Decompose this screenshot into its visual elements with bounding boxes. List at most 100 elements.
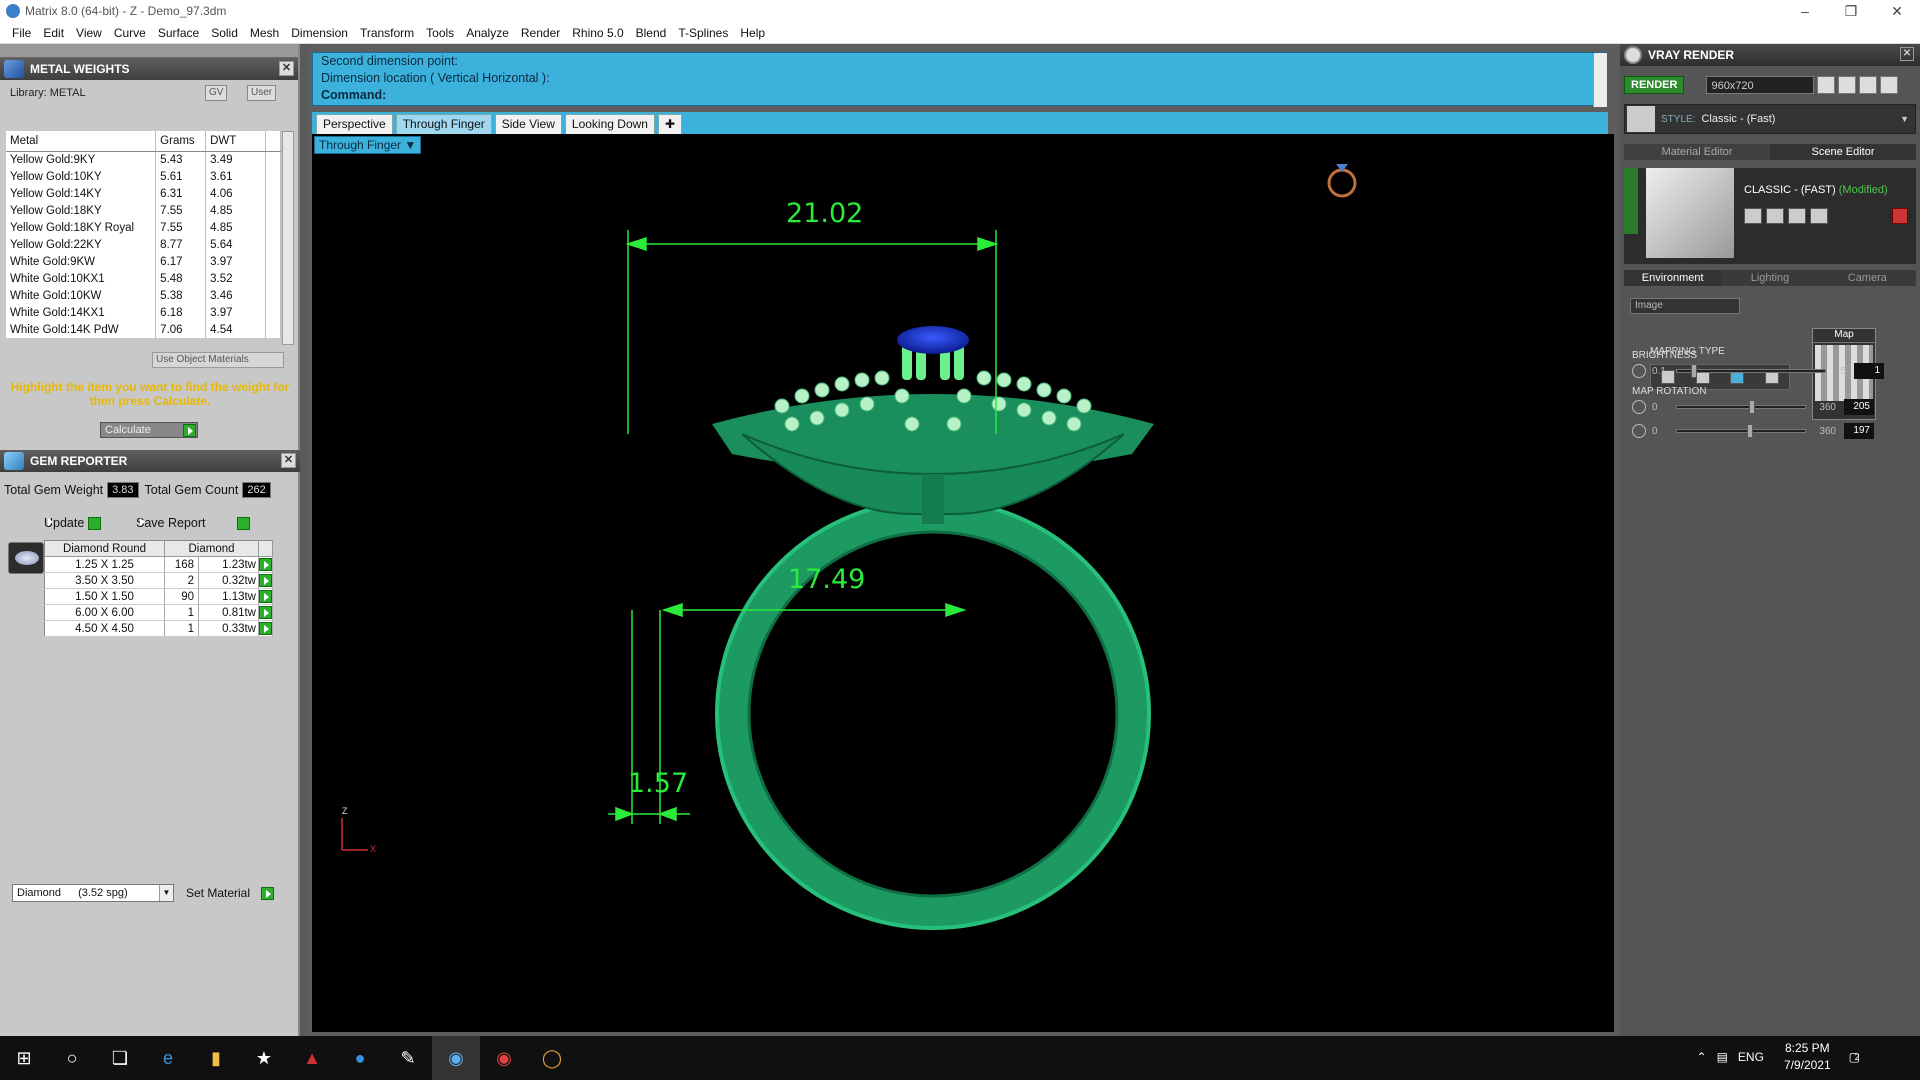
brightness-slider[interactable]: 0.1 5 1 (1632, 362, 1914, 380)
rewind-icon[interactable] (1817, 76, 1836, 94)
menu-help[interactable]: Help (734, 26, 771, 40)
render-button[interactable]: RENDER (1624, 76, 1685, 94)
col-grams[interactable]: Grams (155, 131, 207, 152)
remove-icon[interactable] (1810, 208, 1828, 224)
tab-camera[interactable]: Camera (1818, 270, 1916, 286)
add-icon[interactable] (1788, 208, 1806, 224)
rotation-h-slider[interactable]: 0 360 205 (1632, 398, 1914, 416)
slider-thumb[interactable] (1747, 424, 1753, 438)
play-arrow-icon[interactable] (259, 606, 272, 619)
table-row[interactable]: White Gold:14KX1 6.18 3.97 (6, 304, 281, 321)
menu-view[interactable]: View (70, 26, 108, 40)
chevron-up-icon[interactable]: ⌃ (1697, 1050, 1707, 1064)
table-row[interactable]: Yellow Gold:14KY 6.31 4.06 (6, 185, 281, 202)
clock[interactable]: 8:25 PM 7/9/2021 (1784, 1040, 1831, 1074)
view-name-dropdown[interactable]: Through Finger ▼ (314, 136, 422, 154)
menu-blend[interactable]: Blend (630, 26, 673, 40)
command-scrollbar[interactable] (1593, 53, 1607, 107)
table-row[interactable]: 1.50 X 1.50 90 1.13tw (44, 588, 273, 605)
menu-transform[interactable]: Transform (354, 26, 420, 40)
menu-tsplines[interactable]: T-Splines (672, 26, 734, 40)
close-icon[interactable]: ✕ (1900, 47, 1914, 61)
use-object-materials-button[interactable]: Use Object Materials (152, 352, 284, 368)
edge-icon[interactable]: e (144, 1036, 192, 1080)
viewport-canvas[interactable]: Through Finger ▼ 21.02 17.49 1.57 Z X (312, 134, 1614, 1032)
menu-rhino[interactable]: Rhino 5.0 (566, 26, 629, 40)
play-arrow-icon[interactable] (259, 574, 272, 587)
table-row[interactable]: White Gold:10KX1 5.48 3.52 (6, 270, 281, 287)
calculate-button[interactable]: Calculate (100, 422, 198, 438)
task-view-icon[interactable]: ❏ (96, 1036, 144, 1080)
menu-render[interactable]: Render (515, 26, 566, 40)
gem-material-select[interactable]: Diamond (3.52 spg) ▼ (12, 884, 174, 902)
resolution-select[interactable]: 960x720 (1706, 76, 1815, 94)
style-select[interactable]: STYLE: Classic - (Fast) ▼ (1624, 104, 1916, 134)
save-report-button[interactable]: Save Report (136, 516, 250, 531)
menu-file[interactable]: File (6, 26, 37, 40)
gv-toggle[interactable]: GV (205, 85, 228, 101)
table-row[interactable]: White Gold:9KW 6.17 3.97 (6, 253, 281, 270)
settings-icon[interactable] (1880, 76, 1899, 94)
col-gem-material[interactable]: Diamond (164, 540, 259, 557)
user-toggle[interactable]: User (247, 85, 277, 101)
language-indicator[interactable]: ENG (1738, 1050, 1764, 1064)
rotation-v-slider[interactable]: 0 360 197 (1632, 422, 1914, 440)
table-row[interactable]: White Gold:10KW 5.38 3.46 (6, 287, 281, 304)
table-row[interactable]: Yellow Gold:9KY 5.43 3.49 (6, 151, 281, 168)
matrix-taskbar-icon[interactable]: ◉ (432, 1036, 480, 1080)
chrome-icon[interactable]: ◉ (480, 1036, 528, 1080)
close-icon[interactable]: ✕ (279, 61, 294, 76)
command-prompt[interactable]: Command: (321, 87, 1607, 104)
ring-nav-icon[interactable] (1327, 164, 1357, 198)
windows-start-icon[interactable]: ⊞ (0, 1036, 48, 1080)
table-row[interactable]: Yellow Gold:22KY 8.77 5.64 (6, 236, 281, 253)
close-icon[interactable]: ✕ (1874, 0, 1920, 22)
menu-dimension[interactable]: Dimension (285, 26, 354, 40)
save-as-icon[interactable] (1766, 208, 1784, 224)
tab-lighting[interactable]: Lighting (1721, 270, 1819, 286)
collapse-handle[interactable] (1624, 168, 1638, 234)
environment-type-select[interactable]: Image (1630, 298, 1740, 314)
menu-mesh[interactable]: Mesh (244, 26, 285, 40)
restore-icon[interactable]: ❐ (1828, 0, 1874, 22)
menu-edit[interactable]: Edit (37, 26, 70, 40)
table-row[interactable]: 6.00 X 6.00 1 0.81tw (44, 604, 273, 621)
save-icon[interactable] (1744, 208, 1762, 224)
play-arrow-icon[interactable] (259, 622, 272, 635)
add-view-icon[interactable]: ✚ (657, 114, 683, 134)
app-icon[interactable]: ◯ (528, 1036, 576, 1080)
menu-curve[interactable]: Curve (108, 26, 152, 40)
tab-looking-down[interactable]: Looking Down (564, 114, 655, 134)
file-explorer-icon[interactable]: ▮ (192, 1036, 240, 1080)
rotation-h-value[interactable]: 205 (1844, 399, 1874, 415)
app-icon[interactable]: ✎ (384, 1036, 432, 1080)
table-row[interactable]: 4.50 X 4.50 1 0.33tw (44, 620, 273, 637)
slider-thumb[interactable] (1749, 400, 1755, 414)
menu-surface[interactable]: Surface (152, 26, 205, 40)
col-gem-shape[interactable]: Diamond Round (44, 540, 165, 557)
table-row[interactable]: 3.50 X 3.50 2 0.32tw (44, 572, 273, 589)
menu-tools[interactable]: Tools (420, 26, 460, 40)
app-icon[interactable]: ▲ (288, 1036, 336, 1080)
reset-icon[interactable] (1892, 208, 1908, 224)
col-metal[interactable]: Metal (6, 131, 157, 152)
table-row[interactable]: Yellow Gold:18KY 7.55 4.85 (6, 202, 281, 219)
play-arrow-icon[interactable] (259, 590, 272, 603)
tab-scene-editor[interactable]: Scene Editor (1770, 144, 1916, 160)
menu-solid[interactable]: Solid (205, 26, 244, 40)
slider-thumb[interactable] (1691, 364, 1697, 378)
metal-table-scrollbar[interactable] (282, 131, 294, 345)
zalo-icon[interactable]: ● (336, 1036, 384, 1080)
table-row[interactable]: Yellow Gold:10KY 5.61 3.61 (6, 168, 281, 185)
tab-material-editor[interactable]: Material Editor (1624, 144, 1770, 160)
tab-side-view[interactable]: Side View (494, 114, 562, 134)
menu-analyze[interactable]: Analyze (460, 26, 515, 40)
tab-through-finger[interactable]: Through Finger (395, 114, 492, 134)
list-icon[interactable] (1859, 76, 1878, 94)
table-row[interactable]: White Gold:14K PdW 7.06 4.54 (6, 321, 281, 338)
minimize-icon[interactable]: – (1782, 0, 1828, 22)
tab-perspective[interactable]: Perspective (316, 114, 393, 134)
network-icon[interactable]: ▤ (1717, 1050, 1728, 1064)
set-material-button[interactable]: Set Material (186, 886, 275, 901)
tab-environment[interactable]: Environment (1624, 270, 1722, 286)
